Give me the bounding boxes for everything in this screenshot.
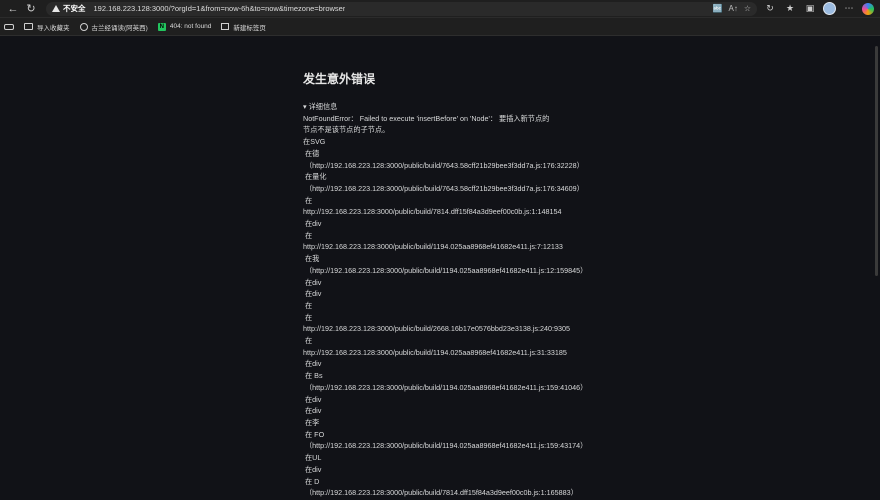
collections-icon[interactable]: ▣ (803, 2, 817, 16)
stack-line: http://192.168.223.128:3000/public/build… (303, 207, 562, 217)
stack-line: 在 (303, 195, 313, 205)
bookmark-quran[interactable]: 古兰经诵读(阿英西) (79, 22, 148, 32)
profile-icon[interactable] (823, 2, 836, 15)
bookmark-label: 新建标签页 (233, 24, 266, 32)
stack-line: http://192.168.223.128:3000/public/build… (303, 324, 570, 334)
stack-line: （http://192.168.223.128:3000/public/buil… (303, 382, 588, 392)
stack-line: NotFoundError： Failed to execute 'insert… (303, 113, 550, 123)
bookmark-label: 404: not found (169, 23, 212, 30)
stack-line: 在 (303, 312, 313, 322)
bookmarks-bar: 导入收藏夹 古兰经诵读(阿英西) N 404: not found 新建标签页 (0, 18, 880, 36)
refresh-icon[interactable]: ↻ (22, 1, 40, 17)
stack-line: 在div (303, 289, 322, 299)
error-panel: 发生意外错误 ▾ 详细信息 NotFoundError： Failed to e… (303, 70, 633, 499)
back-icon[interactable]: ← (4, 1, 22, 17)
favorites-bar-icon[interactable]: ★ (783, 2, 797, 16)
stack-line: 在 (303, 230, 313, 240)
stack-line: 在div (303, 359, 322, 369)
stack-line: （http://192.168.223.128:3000/public/buil… (303, 441, 588, 451)
stack-trace: NotFoundError： Failed to execute 'insert… (303, 113, 633, 499)
error-title: 发生意外错误 (303, 72, 376, 86)
stack-line: 在div (303, 394, 322, 404)
bookmark-404[interactable]: N 404: not found (157, 22, 212, 31)
details-toggle[interactable]: ▾ 详细信息 (303, 101, 633, 113)
stack-line: （http://192.168.223.128:3000/public/buil… (303, 265, 588, 275)
stack-line: 在 FO (303, 429, 325, 439)
n-icon: N (157, 22, 166, 31)
scrollbar[interactable] (875, 46, 878, 276)
tab-icon (221, 23, 230, 30)
favorite-icon[interactable]: ☆ (744, 4, 751, 13)
url-text[interactable]: 192.168.223.128:3000/?orgId=1&from=now-6… (94, 4, 346, 13)
copilot-icon[interactable] (862, 2, 874, 15)
stack-line: http://192.168.223.128:3000/public/build… (303, 242, 563, 252)
stack-line: （http://192.168.223.128:3000/public/buil… (303, 183, 584, 193)
address-bar[interactable]: 不安全 192.168.223.128:3000/?orgId=1&from=n… (46, 1, 757, 16)
stack-line: 在div (303, 406, 322, 416)
bookmark-label: 导入收藏夹 (37, 24, 70, 32)
stack-line: 在 D (303, 476, 320, 486)
extensions-icon[interactable]: ↻ (763, 2, 777, 16)
stack-line: 在SVG (303, 137, 326, 147)
error-details: ▾ 详细信息 NotFoundError： Failed to execute … (303, 101, 633, 499)
stack-line: 节点不是该节点的子节点。 (303, 125, 390, 135)
read-aloud-icon[interactable]: A↑ (728, 4, 737, 13)
bookmark-import[interactable]: 导入收藏夹 (24, 22, 70, 32)
stack-line: 在 Bs (303, 371, 323, 381)
stack-line: 在 (303, 300, 313, 310)
stack-line: （http://192.168.223.128:3000/public/buil… (303, 160, 584, 170)
address-bar-row: ← ↻ 不安全 192.168.223.128:3000/?orgId=1&fr… (0, 0, 880, 18)
bookmark-new-tab[interactable]: 新建标签页 (221, 22, 266, 32)
stack-line: 在量化 (303, 172, 327, 182)
page-content: 发生意外错误 ▾ 详细信息 NotFoundError： Failed to e… (0, 36, 880, 500)
stack-line: 在德 (303, 148, 320, 158)
more-icon[interactable]: ⋯ (842, 2, 856, 16)
stack-line: 在我 (303, 254, 320, 264)
stack-line: （http://192.168.223.128:3000/public/buil… (303, 488, 578, 498)
translate-icon[interactable]: 🔤 (713, 4, 723, 13)
stack-line: 在div (303, 277, 322, 287)
security-label: 不安全 (63, 4, 86, 13)
stack-line: http://192.168.223.128:3000/public/build… (303, 347, 567, 357)
stack-line: 在UL (303, 453, 322, 463)
bookmarks-menu-icon[interactable] (4, 23, 14, 30)
bookmark-label: 古兰经诵读(阿英西) (91, 24, 148, 32)
stack-line: 在 (303, 336, 313, 346)
stack-line: 在div (303, 219, 322, 229)
stack-line: 在div (303, 464, 322, 474)
stack-line: 在李 (303, 417, 320, 427)
warning-icon (52, 5, 60, 12)
security-indicator[interactable]: 不安全 (52, 3, 86, 14)
globe-icon (79, 22, 88, 31)
folder-icon (24, 23, 33, 30)
